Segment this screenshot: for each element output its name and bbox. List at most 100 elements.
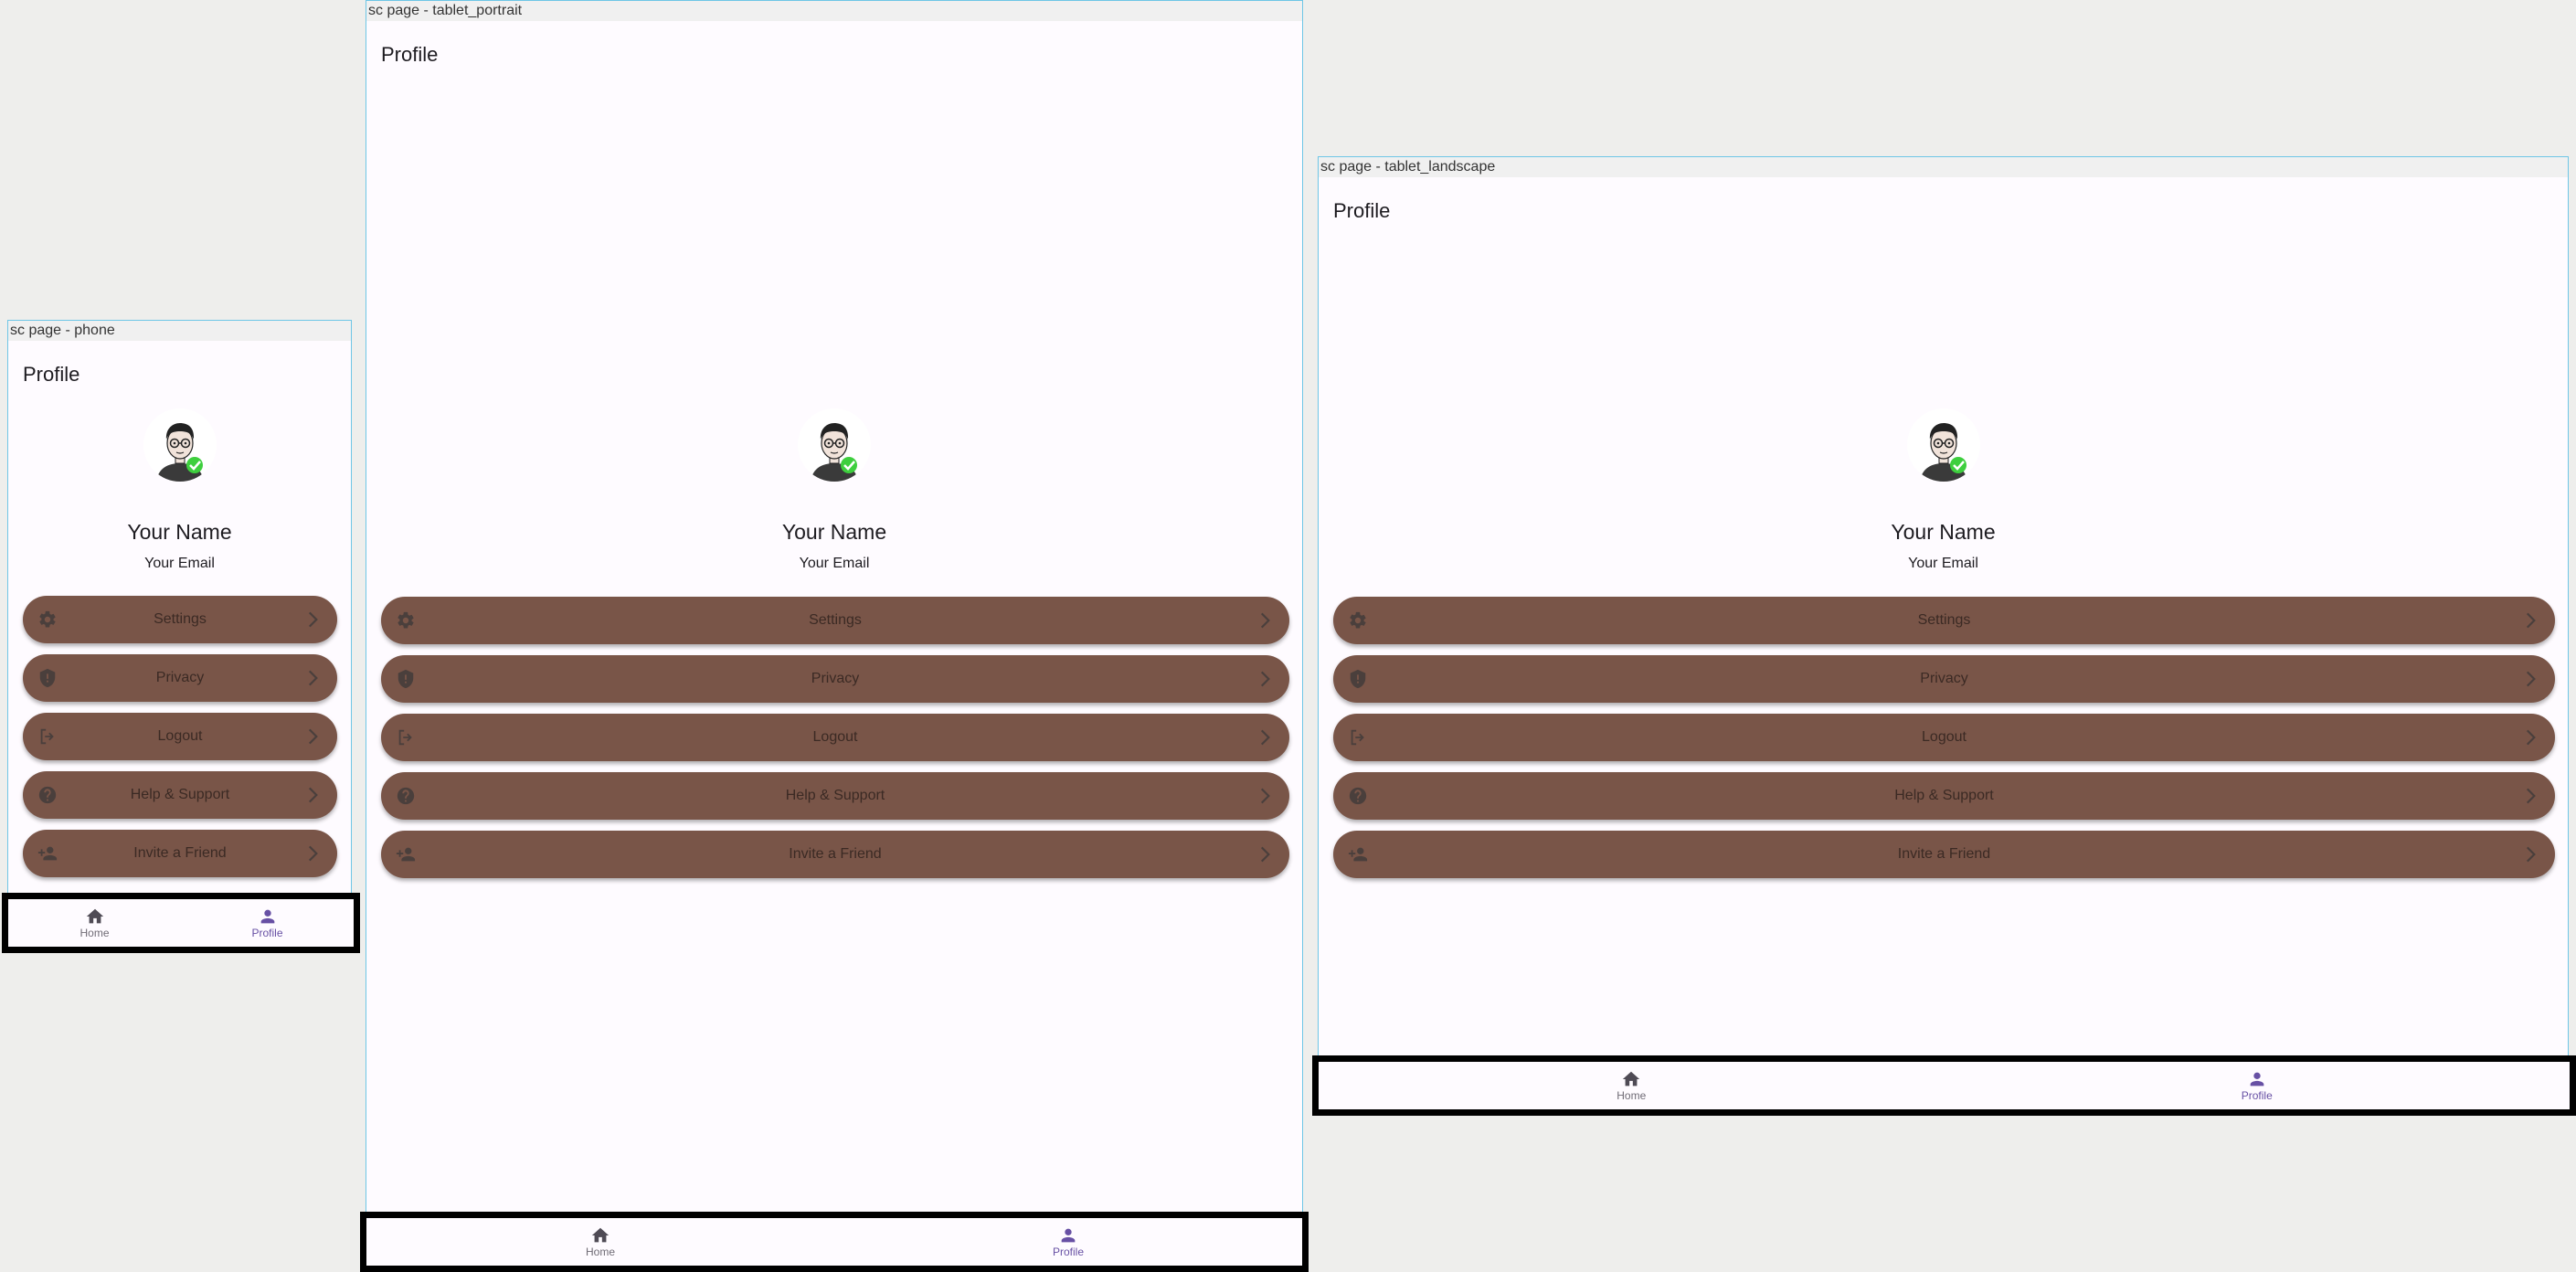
gear-icon xyxy=(396,610,416,631)
menu-button-label: Settings xyxy=(1917,612,1971,628)
menu-button-logout[interactable]: Logout xyxy=(381,714,1289,761)
menu-button-label: Help & Support xyxy=(785,788,885,803)
page-title: Profile xyxy=(1333,199,1391,222)
logout-icon xyxy=(396,727,416,747)
nav-item-home[interactable]: Home xyxy=(1319,1062,1945,1109)
nav-item-profile[interactable]: Profile xyxy=(1945,1062,2571,1109)
person-add-icon xyxy=(1348,844,1368,864)
logout-icon xyxy=(1348,727,1368,747)
chevron-right-icon xyxy=(1253,726,1277,749)
menu-button-privacy[interactable]: Privacy xyxy=(381,655,1289,703)
profile-menu: Settings Privacy Logout Help & Support Invit… xyxy=(381,597,1289,889)
person-icon xyxy=(2247,1069,2267,1089)
nav-item-profile[interactable]: Profile xyxy=(834,1218,1302,1266)
chevron-right-icon xyxy=(2518,667,2542,691)
device-tablet-portrait: sc page - tablet_portrait Profile Your N… xyxy=(360,0,1312,1272)
nav-item-label: Profile xyxy=(2241,1089,2273,1102)
gear-icon xyxy=(1348,610,1368,631)
profile-name: Your Name xyxy=(781,520,887,544)
menu-button-label: Help & Support xyxy=(1894,788,1994,803)
home-icon xyxy=(590,1225,610,1246)
menu-button-label: Privacy xyxy=(1920,671,1968,686)
nav-item-profile[interactable]: Profile xyxy=(181,899,354,947)
profile-name: Your Name xyxy=(127,520,232,544)
profile-email: Your Email xyxy=(799,556,870,571)
menu-button-label: Invite a Friend xyxy=(789,846,882,862)
menu-button-logout[interactable]: Logout xyxy=(23,713,337,760)
shield-icon xyxy=(396,669,416,689)
device-tablet-landscape: sc page - tablet_landscape Profile Your … xyxy=(1312,156,2576,1116)
nav-item-label: Profile xyxy=(1052,1246,1084,1258)
device-caption: sc page - tablet_portrait xyxy=(366,1,1302,21)
bottom-navigation: Home Profile xyxy=(1312,1055,2576,1116)
profile-menu: Settings Privacy Logout Help & Support Invit… xyxy=(23,596,337,888)
chevron-right-icon xyxy=(301,666,324,690)
home-icon xyxy=(85,906,105,927)
person-icon xyxy=(258,906,278,927)
menu-button-label: Privacy xyxy=(155,670,205,685)
menu-button-help-support[interactable]: Help & Support xyxy=(381,772,1289,820)
chevron-right-icon xyxy=(2518,609,2542,632)
profile-email: Your Email xyxy=(144,556,215,571)
avatar[interactable] xyxy=(143,408,217,482)
menu-button-help-support[interactable]: Help & Support xyxy=(1333,772,2555,820)
chevron-right-icon xyxy=(301,608,324,631)
chevron-right-icon xyxy=(2518,726,2542,749)
phone-frame: sc page - phone Profile Your Name Your E… xyxy=(7,320,352,952)
chevron-right-icon xyxy=(301,783,324,807)
avatar[interactable] xyxy=(1907,408,1980,482)
nav-item-label: Home xyxy=(1617,1089,1647,1102)
help-icon xyxy=(1348,786,1368,806)
bottom-navigation: Home Profile xyxy=(2,893,360,953)
logout-icon xyxy=(37,726,58,747)
menu-button-invite-a-friend[interactable]: Invite a Friend xyxy=(23,830,337,877)
nav-item-label: Profile xyxy=(251,927,283,939)
bottom-navigation: Home Profile xyxy=(360,1212,1309,1272)
help-icon xyxy=(37,785,58,805)
chevron-right-icon xyxy=(2518,784,2542,808)
menu-button-invite-a-friend[interactable]: Invite a Friend xyxy=(1333,831,2555,878)
tablet-portrait-frame: sc page - tablet_portrait Profile Your N… xyxy=(366,0,1303,1272)
nav-item-home[interactable]: Home xyxy=(8,899,181,947)
menu-button-logout[interactable]: Logout xyxy=(1333,714,2555,761)
menu-button-label: Settings xyxy=(809,612,862,628)
menu-button-label: Help & Support xyxy=(130,787,230,802)
profile-name: Your Name xyxy=(1891,520,1996,544)
menu-button-label: Logout xyxy=(1922,729,1966,745)
profile-email: Your Email xyxy=(1908,556,1978,571)
menu-button-settings[interactable]: Settings xyxy=(23,596,337,643)
nav-item-home[interactable]: Home xyxy=(366,1218,834,1266)
menu-button-settings[interactable]: Settings xyxy=(381,597,1289,644)
help-icon xyxy=(396,786,416,806)
person-add-icon xyxy=(396,844,416,864)
avatar[interactable] xyxy=(798,408,871,482)
device-phone: sc page - phone Profile Your Name Your E… xyxy=(2,320,360,953)
chevron-right-icon xyxy=(1253,609,1277,632)
menu-button-settings[interactable]: Settings xyxy=(1333,597,2555,644)
shield-icon xyxy=(37,668,58,688)
menu-button-label: Logout xyxy=(157,728,203,744)
device-caption: sc page - phone xyxy=(8,321,351,341)
menu-button-help-support[interactable]: Help & Support xyxy=(23,771,337,819)
device-caption: sc page - tablet_landscape xyxy=(1319,157,2568,177)
profile-menu: Settings Privacy Logout Help & Support Invit… xyxy=(1333,597,2555,889)
page-title: Profile xyxy=(23,363,80,386)
menu-button-privacy[interactable]: Privacy xyxy=(23,654,337,702)
chevron-right-icon xyxy=(1253,667,1277,691)
menu-button-label: Invite a Friend xyxy=(133,845,227,861)
page-title: Profile xyxy=(381,43,439,66)
nav-item-label: Home xyxy=(585,1246,615,1258)
home-icon xyxy=(1621,1069,1641,1089)
chevron-right-icon xyxy=(2518,843,2542,866)
chevron-right-icon xyxy=(301,725,324,748)
menu-button-privacy[interactable]: Privacy xyxy=(1333,655,2555,703)
chevron-right-icon xyxy=(1253,843,1277,866)
nav-item-label: Home xyxy=(80,927,110,939)
gear-icon xyxy=(37,610,58,630)
tablet-landscape-frame: sc page - tablet_landscape Profile Your … xyxy=(1318,156,2569,1116)
menu-button-label: Logout xyxy=(812,729,858,745)
person-icon xyxy=(1058,1225,1078,1246)
menu-button-label: Settings xyxy=(154,611,207,627)
chevron-right-icon xyxy=(1253,784,1277,808)
menu-button-invite-a-friend[interactable]: Invite a Friend xyxy=(381,831,1289,878)
